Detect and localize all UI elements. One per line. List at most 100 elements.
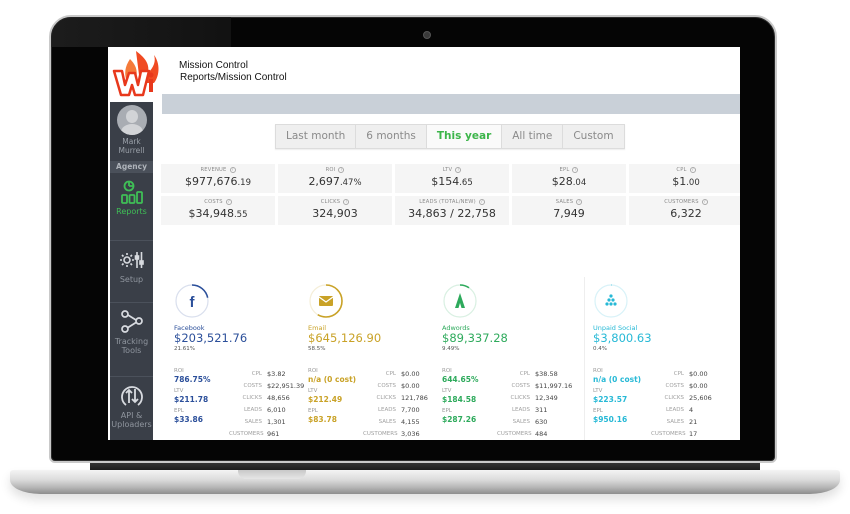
help-icon[interactable]: ? — [455, 167, 462, 173]
unpaid-social-icon — [605, 294, 617, 306]
stat-value: 4,155 — [401, 418, 420, 426]
channel-card-email: Email $645,126.90 58.5% ROI n/a (0 cost) LTV $… — [308, 277, 448, 440]
stat-label: Clicks — [510, 395, 530, 401]
sidebar-label-api-uploaders: API & Uploaders — [111, 411, 152, 429]
sidebar-item-setup[interactable]: Setup — [110, 240, 153, 302]
sidebar-label-tracking-tools: Tracking Tools — [114, 337, 149, 355]
tab-all-time[interactable]: All time — [502, 125, 564, 148]
stat-label: Customers — [651, 431, 686, 437]
stat-row: Leads 6,010 — [229, 404, 309, 416]
help-icon[interactable]: ? — [689, 167, 696, 173]
kpi-value-cents: .19 — [237, 178, 252, 188]
sidebar: Mark Murrell Agency Reports Setup Tracki… — [110, 102, 153, 440]
stat-label: Customers — [363, 431, 398, 437]
stat-value: 17 — [689, 430, 698, 438]
stat-label: Sales — [666, 419, 684, 425]
channel-card-unpaid-social: Unpaid Social $3,800.63 0.4% ROI n/a (0 cost… — [584, 277, 724, 440]
camera-icon — [423, 31, 431, 39]
stat-label: Sales — [244, 419, 262, 425]
stat-value: 311 — [535, 406, 548, 414]
help-icon[interactable]: ? — [572, 167, 579, 173]
help-icon[interactable]: ? — [338, 167, 345, 173]
sidebar-item-tracking-tools[interactable]: Tracking Tools — [110, 302, 153, 376]
stat-value: $0.00 — [689, 370, 708, 378]
kpi-tile: EPL? $28.04 — [512, 164, 626, 193]
stat-value: 12,349 — [535, 394, 558, 402]
app-screen: Mission Control Reports/Mission Control … — [108, 47, 740, 440]
kpi-value: 7,949 — [512, 206, 626, 223]
kpi-grid: Revenue? $977,676.19 ROI? 2,697.47% LTV? $154… — [161, 164, 740, 225]
settings-sliders-icon — [119, 252, 144, 268]
kpi-value-main: 2,697 — [308, 175, 340, 188]
help-icon[interactable]: ? — [478, 199, 485, 205]
help-icon[interactable]: ? — [343, 199, 350, 205]
stat-value: 4 — [689, 406, 694, 414]
sidebar-item-reports[interactable]: Reports — [110, 172, 153, 240]
stat-label: CPL — [251, 371, 262, 377]
channel-revenue: $645,126.90 — [308, 331, 382, 345]
help-icon[interactable]: ? — [229, 167, 236, 173]
channel-share-ring: f — [175, 284, 209, 318]
stat-value: $22,951.39 — [267, 382, 305, 390]
channel-share: 58.5% — [308, 346, 326, 352]
kpi-label-text: Revenue — [200, 167, 227, 173]
avatar-head — [126, 110, 138, 123]
tab-last-month[interactable]: Last month — [276, 125, 357, 148]
kpi-tile: LTV? $154.65 — [395, 164, 509, 193]
email-envelope-icon — [318, 296, 334, 306]
app-title: Mission Control — [179, 60, 248, 71]
kpi-label-text: Leads (Total/New) — [419, 199, 476, 205]
channel-share: 9.49% — [442, 346, 460, 352]
reports-chart-icon — [120, 180, 143, 204]
kpi-value-cents: .47% — [339, 178, 362, 188]
help-icon[interactable]: ? — [225, 199, 232, 205]
help-icon[interactable]: ? — [701, 199, 708, 205]
user-profile[interactable]: Mark Murrell Agency — [110, 102, 153, 172]
kpi-value: 6,322 — [629, 206, 740, 223]
kpi-label-text: EPL — [559, 167, 570, 173]
kpi-tile: Costs? $34,948.55 — [161, 196, 275, 225]
stat-value: $0.00 — [401, 382, 420, 390]
help-icon[interactable]: ? — [576, 199, 583, 205]
stat-value: $0.00 — [689, 382, 708, 390]
kpi-value: $28.04 — [512, 174, 626, 191]
stat-row: Clicks 121,786 — [363, 392, 443, 404]
kpi-tile: Leads (Total/New)? 34,863 / 22,758 — [395, 196, 509, 225]
stat-label: Clicks — [242, 395, 262, 401]
kpi-tile: Clicks? 324,903 — [278, 196, 392, 225]
kpi-value-main: 6,322 — [670, 207, 702, 220]
sidebar-label-setup: Setup — [119, 275, 144, 284]
avatar[interactable] — [117, 105, 147, 135]
kpi-label-text: Costs — [204, 199, 223, 205]
channel-revenue: $203,521.76 — [174, 331, 248, 345]
stat-value: $3.82 — [267, 370, 286, 378]
stat-label: Leads — [243, 407, 262, 413]
channel-stats: CPL $0.00 Costs $0.00 Clicks 25,606 Leads 4 Sale… — [651, 368, 731, 440]
channel-share: 0.4% — [593, 346, 607, 352]
tab-this-year[interactable]: This year — [426, 125, 503, 148]
breadcrumb[interactable]: Reports/Mission Control — [180, 72, 287, 83]
stat-row: Clicks 48,656 — [229, 392, 309, 404]
kpi-label-text: Sales — [555, 199, 574, 205]
tab-custom[interactable]: Custom — [563, 125, 624, 148]
stat-row: CPL $3.82 — [229, 368, 309, 380]
kpi-label: Sales? — [512, 199, 626, 206]
user-name: Mark Murrell — [118, 137, 145, 155]
stat-row: Leads 311 — [497, 404, 577, 416]
sidebar-item-api-uploaders[interactable]: API & Uploaders — [110, 376, 153, 440]
brand-logo-icon[interactable] — [110, 49, 160, 97]
kpi-value-cents: .65 — [459, 178, 473, 188]
kpi-label: CPL? — [629, 167, 740, 174]
channel-card-adwords: Adwords $89,337.28 9.49% ROI 644.65% LTV $184.… — [442, 277, 582, 440]
tab-6-months[interactable]: 6 months — [356, 125, 427, 148]
stat-row: Customers 17 — [651, 428, 731, 440]
stat-value: 1,301 — [267, 418, 286, 426]
kpi-label-text: LTV — [442, 167, 453, 173]
stat-label: CPL — [673, 371, 684, 377]
sidebar-label-reports: Reports — [116, 207, 147, 216]
stat-label: Costs — [665, 383, 684, 389]
avatar-shoulders — [121, 124, 143, 135]
stat-row: CPL $38.58 — [497, 368, 577, 380]
stat-row: Sales 1,301 — [229, 416, 309, 428]
channel-share-ring — [443, 284, 477, 318]
